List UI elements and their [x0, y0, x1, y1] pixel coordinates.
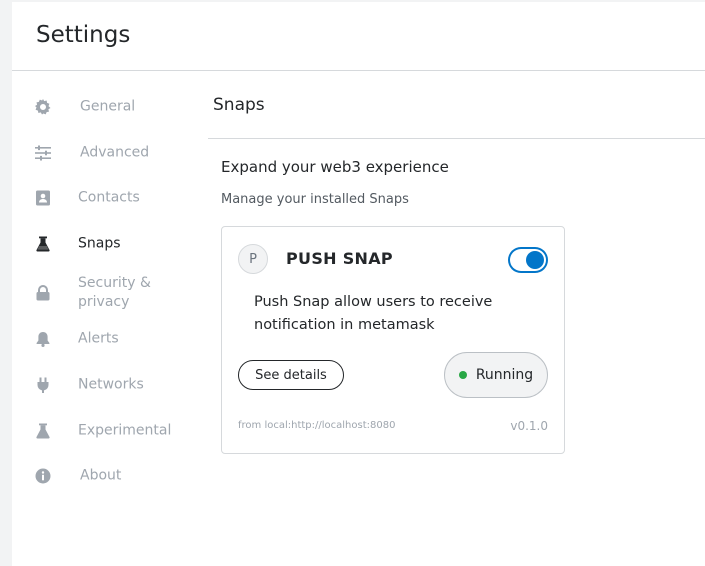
- sidebar-item-label: Security & privacy: [78, 275, 151, 310]
- page-title: Settings: [36, 22, 131, 48]
- sidebar-item-advanced[interactable]: Advanced: [34, 133, 204, 173]
- sidebar-item-label: Networks: [78, 376, 144, 393]
- sliders-icon: [34, 144, 52, 162]
- snap-name: PUSH SNAP: [286, 249, 393, 268]
- settings-page: Settings General Advanced Contacts Snaps…: [12, 0, 705, 566]
- sidebar-item-label: Experimental: [78, 422, 172, 439]
- sidebar-item-security[interactable]: Security & privacy: [34, 272, 204, 314]
- contact-book-icon: [34, 189, 52, 207]
- toggle-track: [510, 249, 546, 271]
- section-subtitle: Manage your installed Snaps: [221, 192, 409, 207]
- sidebar-item-snaps[interactable]: Snaps: [34, 224, 204, 264]
- sidebar-item-contacts[interactable]: Contacts: [34, 178, 204, 218]
- sidebar-item-label: Contacts: [78, 189, 140, 206]
- sidebar-item-label: Snaps: [78, 235, 121, 252]
- status-badge: Running: [444, 352, 548, 398]
- snap-origin: from local:http://localhost:8080: [238, 420, 396, 431]
- sidebar-item-label: General: [80, 98, 136, 115]
- sidebar-item-label: About: [80, 467, 122, 484]
- sidebar-item-label: Alerts: [78, 330, 119, 347]
- sidebar-item-networks[interactable]: Networks: [34, 365, 204, 405]
- see-details-button[interactable]: See details: [238, 360, 344, 390]
- snap-enable-toggle[interactable]: [508, 247, 548, 273]
- sidebar-item-about[interactable]: About: [34, 456, 204, 496]
- sidebar-item-alerts[interactable]: Alerts: [34, 319, 204, 359]
- toggle-knob: [526, 251, 544, 269]
- sidebar-item-experimental[interactable]: Experimental: [34, 411, 204, 451]
- gear-icon: [34, 98, 52, 116]
- plug-icon: [34, 376, 52, 394]
- status-label: Running: [475, 367, 534, 383]
- snap-avatar: P: [238, 244, 268, 274]
- status-dot-icon: [458, 371, 467, 379]
- info-icon: [34, 467, 52, 485]
- snap-description: Push Snap allow users to receive notific…: [254, 294, 493, 333]
- snap-version: v0.1.0: [510, 419, 548, 433]
- snap-card: P PUSH SNAP Push Snap allow users to rec…: [221, 226, 565, 454]
- bell-icon: [34, 330, 52, 348]
- section-title: Expand your web3 experience: [221, 158, 449, 176]
- settings-header: Settings: [12, 2, 705, 71]
- sidebar-item-label: Advanced: [80, 144, 150, 161]
- flask-icon: [34, 235, 52, 253]
- content-title: Snaps: [213, 95, 265, 115]
- content-divider: [208, 138, 705, 139]
- lock-icon: [34, 284, 52, 302]
- flask-icon: [34, 422, 52, 440]
- sidebar-item-general[interactable]: General: [34, 87, 204, 127]
